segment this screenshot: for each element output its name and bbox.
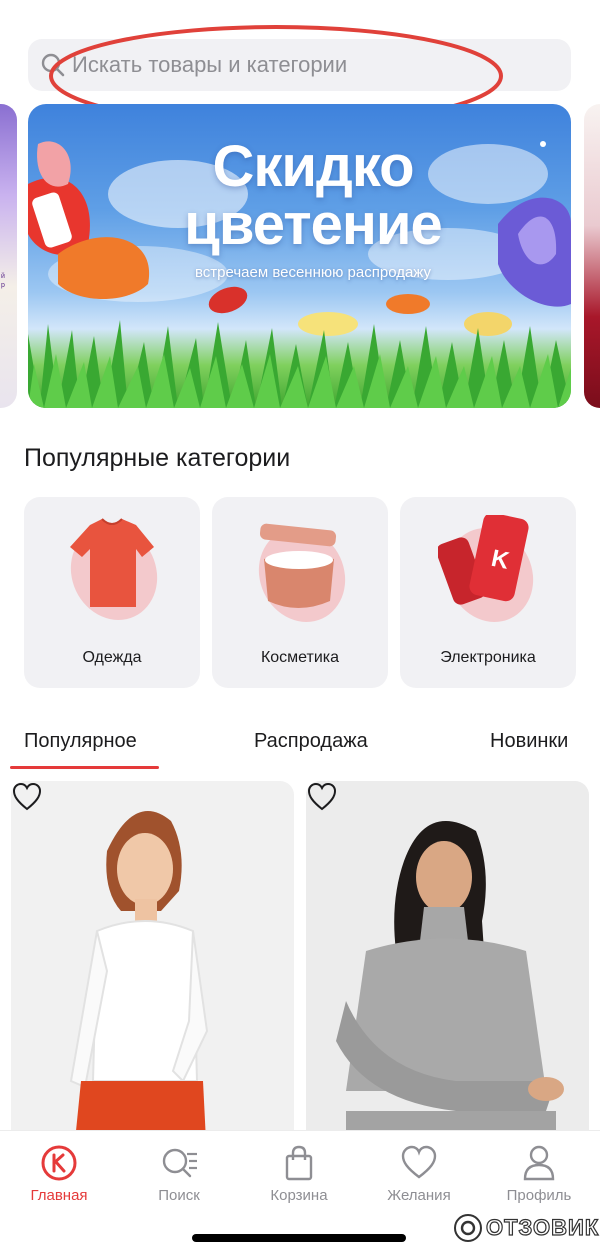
heart-icon <box>401 1145 437 1179</box>
promo-banner[interactable]: Скидко цветение встречаем весеннюю распр… <box>28 104 571 408</box>
category-label-clothing: Одежда <box>82 649 142 666</box>
watermark-text: ОТЗОВИК <box>485 1214 600 1240</box>
banner-peek-left[interactable]: йр <box>0 104 17 408</box>
banner-title: Скидко цветение <box>148 138 478 254</box>
category-card-electronics[interactable]: K Электроника <box>400 497 576 688</box>
category-card-cosmetics[interactable]: Косметика <box>212 497 388 688</box>
product-card[interactable] <box>11 781 294 1161</box>
search-icon <box>41 53 65 77</box>
product-image-woman-grey-turtleneck <box>306 781 589 1161</box>
nav-label-search: Поиск <box>158 1187 200 1204</box>
t-shirt-icon <box>70 518 158 620</box>
nav-label-home: Главная <box>30 1187 88 1204</box>
nav-label-profile: Профиль <box>506 1187 572 1204</box>
nav-item-wishlist[interactable]: Желания <box>364 1143 474 1204</box>
popular-categories-title: Популярные категории <box>24 444 291 472</box>
bag-icon <box>285 1145 313 1181</box>
nav-item-search[interactable]: Поиск <box>124 1143 234 1204</box>
heart-icon[interactable] <box>306 781 338 813</box>
banner-subtitle: встречаем весеннюю распродажу <box>194 264 431 281</box>
category-label-electronics: Электроника <box>440 649 536 666</box>
cream-jar-icon <box>258 523 346 622</box>
banner-peek-right[interactable] <box>584 104 600 408</box>
tab-popular[interactable]: Популярное <box>24 730 137 753</box>
nav-item-cart[interactable]: Корзина <box>244 1143 354 1204</box>
nav-item-home[interactable]: Главная <box>4 1143 114 1204</box>
search-list-icon <box>162 1148 197 1178</box>
banner-peek-left-text: йр <box>1 273 5 289</box>
product-tabs: Популярное Распродажа Новинки <box>0 726 600 772</box>
heart-icon[interactable] <box>11 781 43 813</box>
category-card-clothing[interactable]: Одежда <box>24 497 200 688</box>
nav-label-wishlist: Желания <box>387 1187 451 1204</box>
category-label-cosmetics: Косметика <box>260 649 340 666</box>
tab-sale[interactable]: Распродажа <box>254 730 368 753</box>
banner-title-line2: цветение <box>184 192 443 257</box>
smartphone-icon: K <box>438 515 534 622</box>
tab-new[interactable]: Новинки <box>490 730 568 753</box>
product-image-woman-white-longsleeve <box>11 781 294 1161</box>
profile-icon <box>523 1145 555 1181</box>
home-logo-icon <box>41 1145 77 1181</box>
search-input[interactable] <box>72 52 542 78</box>
product-card[interactable] <box>306 781 589 1161</box>
nav-label-cart: Корзина <box>270 1187 328 1204</box>
home-indicator[interactable] <box>192 1234 406 1242</box>
active-tab-indicator <box>10 766 159 769</box>
watermark: ОТЗОВИК <box>452 1210 599 1246</box>
search-bar[interactable] <box>28 39 571 91</box>
nav-item-profile[interactable]: Профиль <box>484 1143 594 1204</box>
banner-title-line1: Скидко <box>212 134 414 199</box>
watermark-logo-icon <box>454 1214 482 1242</box>
